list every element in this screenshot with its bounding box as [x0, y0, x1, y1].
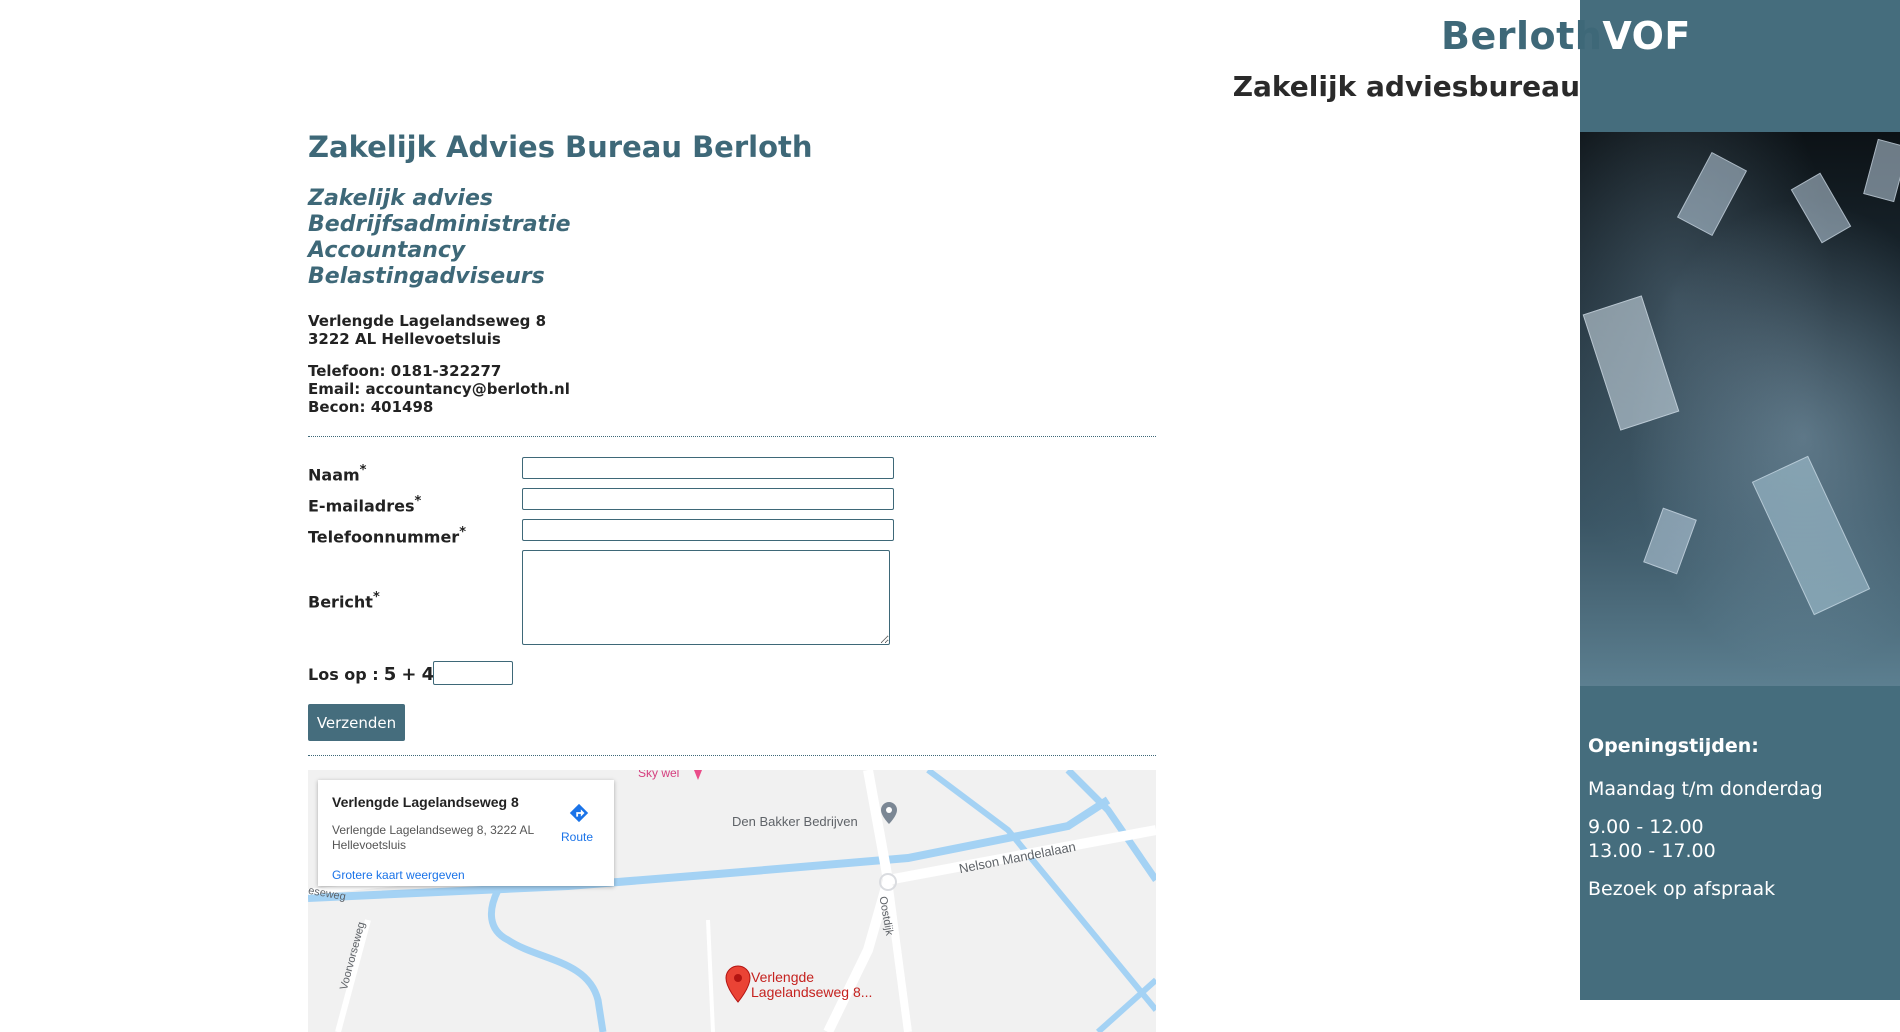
route-icon[interactable]: [568, 802, 590, 824]
captcha-a: 5: [383, 664, 397, 685]
name-label: Naam*: [308, 463, 367, 485]
sidebar: Openingstijden: Maandag t/m donderdag 9.…: [1580, 0, 1900, 1000]
form-row-message: Bericht*: [308, 550, 1156, 654]
google-map[interactable]: Den Bakker Bedrijven Nelson Mandelalaan …: [308, 770, 1156, 1032]
map-card-title: Verlengde Lagelandseweg 8: [332, 794, 519, 810]
service-item: Zakelijk advies: [308, 186, 493, 211]
main-content: Zakelijk Advies Bureau Berloth Zakelijk …: [308, 130, 1156, 1032]
service-item: Bedrijfsadministratie: [308, 212, 571, 237]
captcha-op: +: [401, 664, 417, 685]
phone-input[interactable]: [522, 519, 894, 541]
map-label-den-bakker: Den Bakker Bedrijven: [732, 814, 858, 829]
email-label: E-mailadres*: [308, 494, 422, 516]
contact-info: Telefoon: 0181-322277 Email: accountancy…: [308, 362, 1156, 416]
brand-suffix: VOF: [1602, 14, 1691, 58]
contact-email: Email: accountancy@berloth.nl: [308, 380, 570, 398]
money-rain-photo: [1580, 132, 1900, 686]
captcha-label: Los op :: [308, 665, 379, 684]
captcha-row: Los op : 5 + 4: [308, 661, 1156, 692]
hours-morning: 9.00 - 12.00: [1588, 816, 1704, 838]
service-item: Accountancy: [308, 238, 466, 263]
address: Verlengde Lagelandseweg 8 3222 AL Hellev…: [308, 312, 1156, 348]
message-textarea[interactable]: [522, 550, 890, 645]
contact-form: Naam* E-mailadres* Telefoonnummer* Beric…: [308, 437, 1156, 755]
address-city: 3222 AL Hellevoetsluis: [308, 330, 501, 348]
contact-becon: Becon: 401498: [308, 398, 434, 416]
site-brand[interactable]: BerlothVOF: [1441, 14, 1691, 58]
service-item: Belastingadviseurs: [308, 264, 545, 289]
services-list: Zakelijk advies Bedrijfsadministratie Ac…: [308, 186, 1156, 290]
divider: [308, 755, 1156, 756]
visit-note: Bezoek op afspraak: [1588, 878, 1776, 900]
form-row-email: E-mailadres*: [308, 488, 1156, 519]
message-label: Bericht*: [308, 590, 380, 612]
captcha-input[interactable]: [433, 661, 513, 685]
route-link[interactable]: Route: [561, 830, 593, 844]
opening-days: Maandag t/m donderdag: [1588, 778, 1823, 800]
phone-label: Telefoonnummer*: [308, 525, 466, 547]
map-label-sky: Sky wel: [638, 770, 680, 780]
opening-hours: Openingstijden: Maandag t/m donderdag 9.…: [1588, 735, 1888, 901]
map-card-address: Verlengde Lagelandseweg 8, 3222 AL Helle…: [332, 823, 534, 852]
site-subtitle: Zakelijk adviesbureau: [1232, 70, 1580, 103]
contact-phone: Telefoon: 0181-322277: [308, 362, 502, 380]
name-input[interactable]: [522, 457, 894, 479]
opening-hours-heading: Openingstijden:: [1588, 735, 1759, 757]
bigger-map-link[interactable]: Grotere kaart weergeven: [332, 868, 465, 882]
submit-button[interactable]: Verzenden: [308, 704, 405, 741]
hours-afternoon: 13.00 - 17.00: [1588, 840, 1716, 862]
address-street: Verlengde Lagelandseweg 8: [308, 312, 547, 330]
form-row-phone: Telefoonnummer*: [308, 519, 1156, 550]
form-row-name: Naam*: [308, 457, 1156, 488]
map-info-card: Verlengde Lagelandseweg 8 Verlengde Lage…: [318, 780, 614, 886]
page-title: Zakelijk Advies Bureau Berloth: [308, 130, 813, 164]
email-input[interactable]: [522, 488, 894, 510]
brand-main: Berloth: [1441, 14, 1603, 58]
map-label-pin[interactable]: Verlengde Lagelandseweg 8...: [751, 970, 881, 1000]
